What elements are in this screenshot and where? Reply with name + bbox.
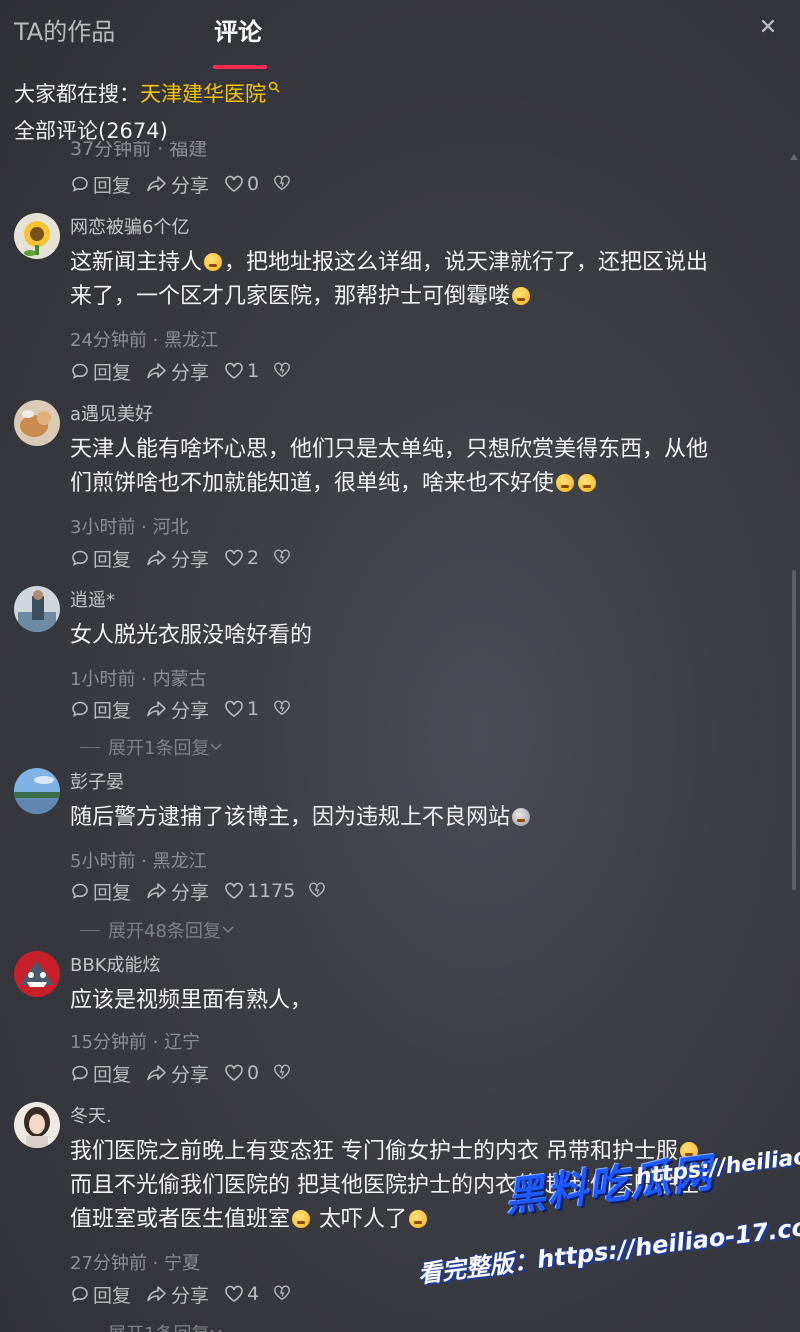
share-button[interactable]: 分享	[146, 1281, 209, 1307]
share-icon	[147, 701, 166, 717]
comment-meta: 5小时前 · 黑龙江	[70, 851, 207, 872]
reply-button[interactable]: 回复	[70, 878, 131, 904]
like-button[interactable]: 0	[224, 171, 259, 197]
dislike-icon[interactable]	[273, 361, 291, 379]
chevron-down-icon	[210, 1329, 222, 1332]
username[interactable]: a遇见美好	[70, 400, 153, 426]
username[interactable]: 彭子晏	[70, 768, 124, 794]
share-button[interactable]: 分享	[146, 171, 209, 197]
comment-meta-partial: 37分钟前 · 福建	[70, 141, 208, 159]
emoji-icon	[204, 253, 223, 271]
comment-text: 应该是视频里面有熟人，	[70, 988, 313, 1013]
scrollbar-thumb[interactable]	[792, 570, 796, 890]
avatar[interactable]	[14, 213, 60, 259]
share-icon	[147, 176, 166, 192]
share-button[interactable]: 分享	[146, 696, 209, 722]
reply-icon	[72, 883, 88, 899]
dislike-icon[interactable]	[273, 548, 291, 566]
share-button[interactable]: 分享	[146, 1060, 209, 1086]
share-icon	[147, 550, 166, 566]
reply-button[interactable]: 回复	[70, 1281, 131, 1307]
emoji-icon	[292, 1210, 311, 1228]
avatar[interactable]	[14, 1102, 60, 1148]
reply-icon	[72, 1065, 88, 1081]
share-icon	[147, 363, 166, 379]
trending-search: 大家都在搜：天津建华医院	[14, 78, 280, 108]
comment-text: 天津人能有啥坏心思，他们只是太单纯，只想欣赏美得东西，从他 们煎饼啥也不加就能知…	[70, 437, 709, 496]
share-button[interactable]: 分享	[146, 545, 209, 571]
heart-icon	[225, 175, 243, 192]
share-button[interactable]: 分享	[146, 878, 209, 904]
share-icon	[147, 1065, 166, 1081]
reply-button[interactable]: 回复	[70, 545, 131, 571]
reply-icon	[72, 1286, 88, 1302]
comment-text: 随后警方逮捕了该博主，因为违规上不良网站	[70, 801, 782, 835]
divider	[80, 746, 100, 748]
divider	[80, 929, 100, 931]
like-button[interactable]: 2	[224, 545, 259, 571]
reply-icon	[72, 701, 88, 717]
comment-meta: 1小时前 · 内蒙古	[70, 669, 207, 690]
reply-icon	[72, 176, 88, 192]
chevron-down-icon	[222, 926, 234, 934]
username[interactable]: 网恋被骗6个亿	[70, 213, 189, 239]
avatar[interactable]	[14, 768, 60, 814]
reply-button[interactable]: 回复	[70, 696, 131, 722]
dislike-icon[interactable]	[273, 699, 291, 717]
dislike-icon[interactable]	[273, 174, 291, 192]
heart-icon	[225, 700, 243, 717]
comment-meta: 24分钟前 · 黑龙江	[70, 330, 219, 351]
tab-works[interactable]: TA的作品	[14, 12, 115, 47]
avatar[interactable]	[14, 400, 60, 446]
dislike-icon[interactable]	[273, 1284, 291, 1302]
like-button[interactable]: 1175	[224, 878, 295, 904]
comment-text: 这新闻主持人 ，把地址报这么详细，说天津就行了，还把区说出 来了，一个区才几家医院…	[70, 250, 709, 309]
heart-icon	[225, 549, 243, 566]
active-tab-indicator	[213, 65, 267, 69]
avatar[interactable]	[14, 586, 60, 632]
comment-meta: 15分钟前 · 辽宁	[70, 1032, 201, 1053]
trending-search-term[interactable]: 天津建华医院	[140, 82, 266, 106]
username[interactable]: 逍遥*	[70, 586, 115, 612]
heart-icon	[225, 1064, 243, 1081]
like-button[interactable]: 4	[224, 1281, 259, 1307]
like-button[interactable]: 1	[224, 696, 259, 722]
trending-search-prefix: 大家都在搜：	[14, 82, 140, 106]
emoji-icon	[556, 474, 575, 492]
share-button[interactable]: 分享	[146, 358, 209, 384]
comment-text: 女人脱光衣服没啥好看的	[70, 623, 313, 648]
search-icon[interactable]	[268, 81, 280, 93]
avatar[interactable]	[14, 951, 60, 997]
dislike-icon[interactable]	[308, 881, 326, 899]
expand-replies-button[interactable]: 展开1条回复	[80, 1320, 223, 1332]
emoji-icon	[512, 808, 531, 826]
reply-button[interactable]: 回复	[70, 1060, 131, 1086]
heart-icon	[225, 1285, 243, 1302]
emoji-icon	[512, 287, 531, 305]
share-icon	[147, 883, 166, 899]
emoji-icon	[578, 474, 597, 492]
username[interactable]: 冬天.	[70, 1102, 112, 1128]
share-icon	[147, 1286, 166, 1302]
expand-replies-button[interactable]: 展开1条回复	[80, 734, 223, 760]
tab-bar: TA的作品 评论 ✕	[0, 0, 800, 70]
comment-meta: 27分钟前 · 宁夏	[70, 1253, 201, 1274]
scroll-up-arrow[interactable]	[790, 152, 798, 160]
like-button[interactable]: 0	[224, 1060, 259, 1086]
dislike-icon[interactable]	[273, 1063, 291, 1081]
chevron-down-icon	[210, 743, 222, 751]
tab-comments[interactable]: 评论	[214, 12, 262, 47]
expand-replies-button[interactable]: 展开48条回复	[80, 917, 235, 943]
close-icon[interactable]: ✕	[754, 14, 782, 42]
heart-icon	[225, 362, 243, 379]
reply-button[interactable]: 回复	[70, 171, 131, 197]
heart-icon	[225, 882, 243, 899]
like-button[interactable]: 1	[224, 358, 259, 384]
reply-button[interactable]: 回复	[70, 358, 131, 384]
username[interactable]: BBK成能炫	[70, 951, 161, 977]
watermark-full-version: 看完整版：https://heiliao-17.com	[416, 1209, 800, 1289]
comment-meta: 3小时前 · 河北	[70, 517, 189, 538]
reply-icon	[72, 550, 88, 566]
reply-icon	[72, 363, 88, 379]
